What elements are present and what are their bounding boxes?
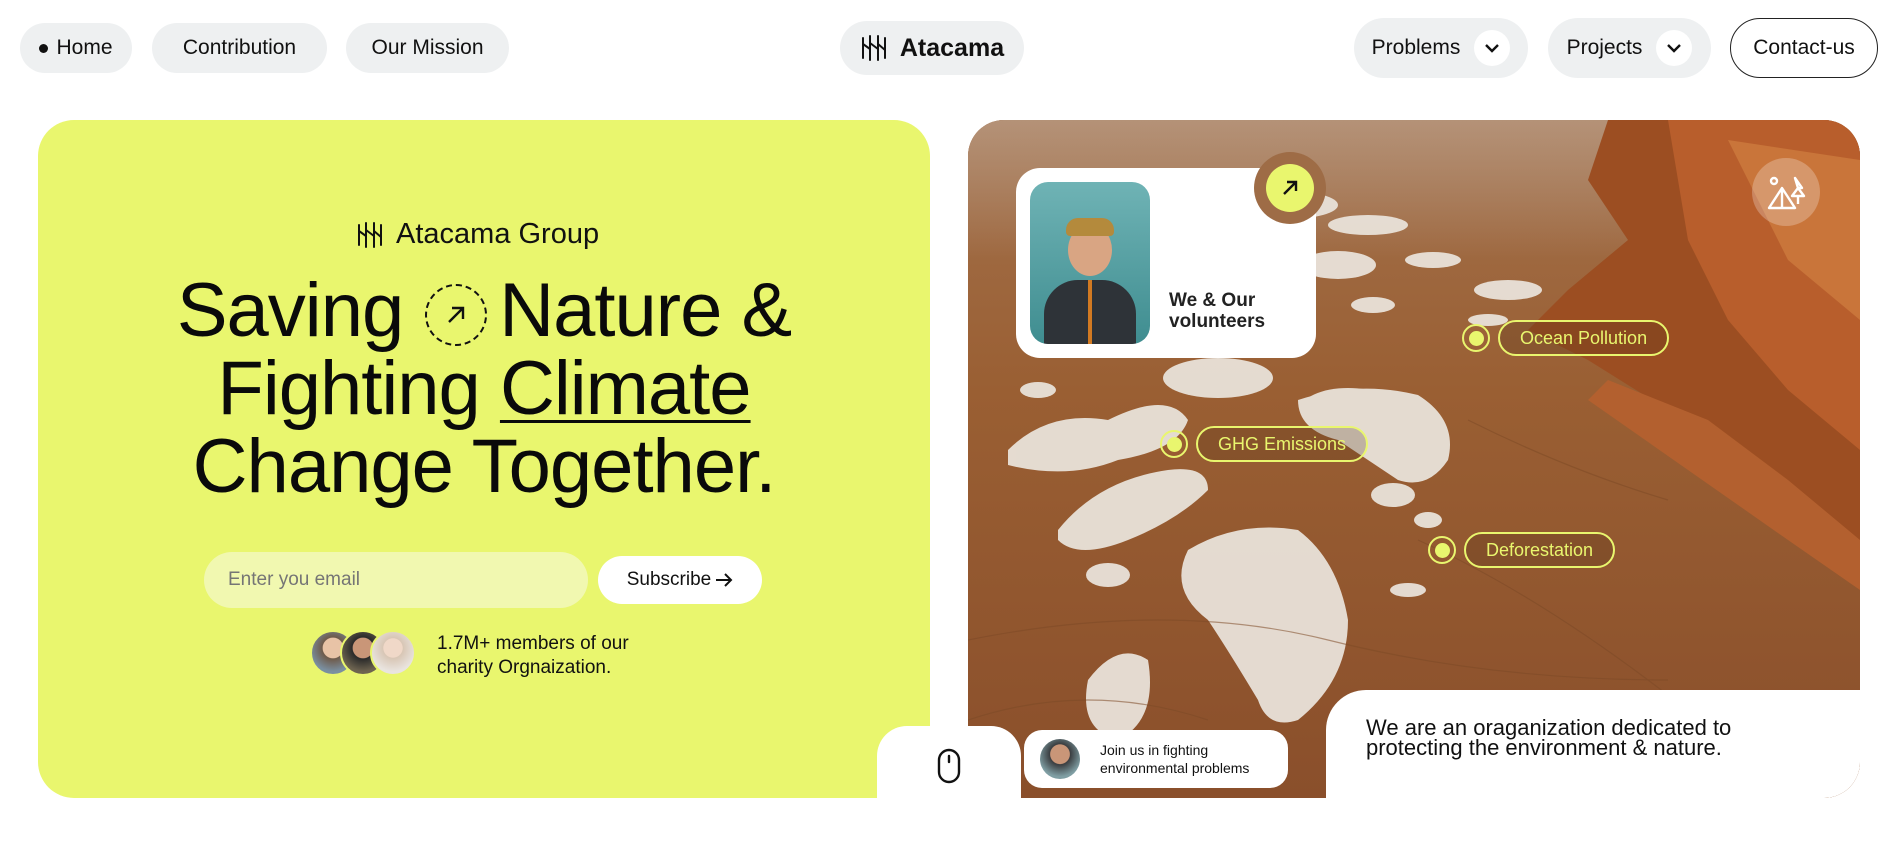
tag-deforestation[interactable]: Deforestation [1428, 532, 1616, 568]
group-brand: Atacama Group [356, 218, 599, 251]
tag-ocean-pollution[interactable]: Ocean Pollution [1462, 320, 1670, 356]
brand-link[interactable]: Atacama [840, 21, 1024, 75]
nav-projects-dropdown[interactable]: Projects [1548, 18, 1711, 78]
contact-label: Contact-us [1753, 36, 1855, 59]
subscribe-label: Subscribe [626, 569, 712, 590]
headline-line-2: Fighting Climate [217, 346, 751, 431]
arrow-up-right-icon[interactable] [425, 284, 488, 346]
tag-dot [1428, 536, 1456, 564]
tag-label: GHG Emissions [1196, 426, 1369, 462]
atacama-logo-icon [358, 221, 382, 248]
members-text: 1.7M+ members of our charity Orgnaizatio… [437, 633, 629, 678]
headline-line-3: Change Together. [192, 424, 777, 509]
contact-button[interactable]: Contact-us [1730, 18, 1878, 78]
nav-projects-label: Projects [1566, 36, 1643, 59]
nav-contribution-label: Contribution [182, 36, 297, 59]
arrow-up-right-icon[interactable] [1266, 164, 1314, 212]
volunteer-photo [1030, 182, 1150, 344]
join-text: Join us in fighting environmental proble… [1100, 742, 1250, 776]
member-avatars [310, 630, 420, 678]
mouse-scroll-icon [937, 748, 961, 784]
scroll-indicator[interactable] [877, 726, 1021, 806]
avatar [370, 630, 416, 676]
about-text: We are an oraganization dedicated to pro… [1366, 715, 1732, 760]
tag-label: Ocean Pollution [1498, 320, 1670, 356]
tag-label: Deforestation [1464, 532, 1616, 568]
nav-home[interactable]: Home [20, 23, 132, 73]
subscribe-button[interactable]: Subscribe [598, 556, 762, 604]
arrow-right-icon [716, 573, 733, 587]
bullet-dot-icon [39, 43, 49, 53]
avatar [1040, 739, 1080, 779]
email-input[interactable] [204, 552, 588, 608]
landscape-image-panel: We & Our volunteers Ocean Pollution GHG … [968, 120, 1860, 798]
join-card[interactable]: Join us in fighting environmental proble… [1024, 730, 1288, 788]
brand-name: Atacama [899, 33, 1005, 62]
hero-panel: Atacama Group Saving Nature & Fighting C… [38, 120, 930, 798]
chevron-down-icon [1656, 30, 1693, 66]
nav-home-label: Home [56, 36, 113, 59]
nav-mission[interactable]: Our Mission [346, 23, 509, 73]
tag-dot [1160, 430, 1188, 458]
tag-dot [1462, 324, 1490, 352]
headline-line-1: Saving Nature & [176, 268, 792, 353]
about-card: We are an oraganization dedicated to pro… [1326, 690, 1860, 798]
nav-contribution[interactable]: Contribution [152, 23, 327, 73]
hero-headline: Saving Nature & Fighting Climate Change … [38, 272, 930, 506]
volunteers-text: We & Our volunteers [1169, 290, 1266, 332]
nav-problems-label: Problems [1371, 36, 1461, 59]
nav-problems-dropdown[interactable]: Problems [1354, 18, 1528, 78]
chevron-down-icon [1474, 30, 1511, 66]
atacama-logo-icon [861, 35, 886, 61]
group-name: Atacama Group [396, 218, 600, 250]
camp-tent-icon[interactable] [1752, 158, 1820, 226]
nav-mission-label: Our Mission [371, 36, 484, 59]
tag-ghg-emissions[interactable]: GHG Emissions [1160, 426, 1369, 462]
